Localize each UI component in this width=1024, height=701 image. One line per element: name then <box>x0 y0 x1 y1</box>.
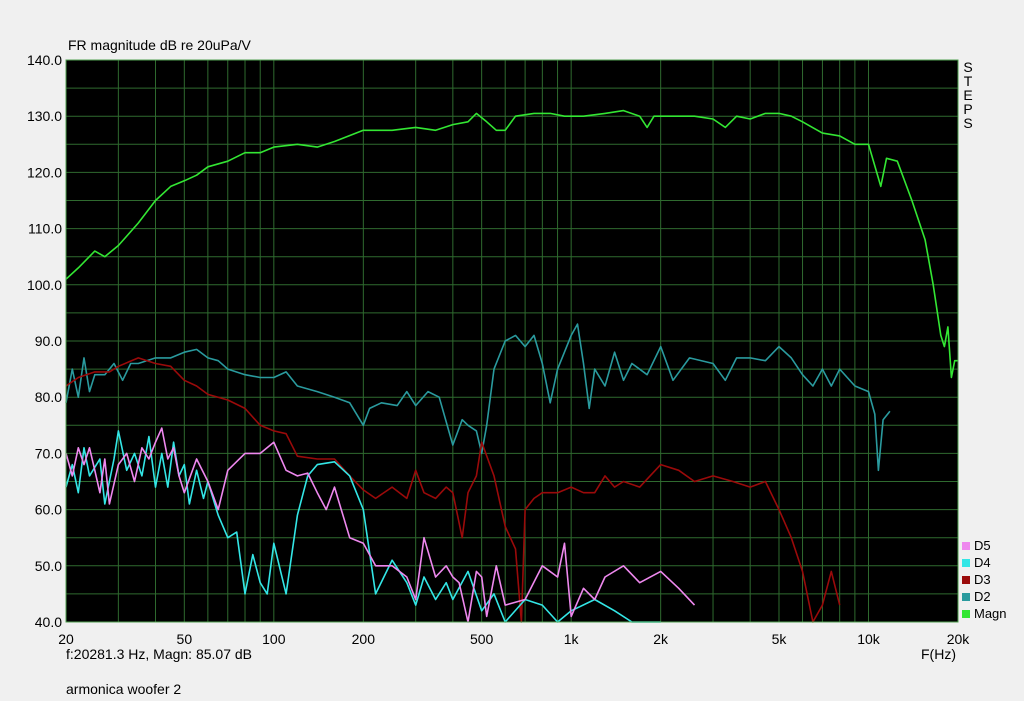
legend-swatch-d2 <box>962 592 970 601</box>
x-tick-label: 20 <box>58 631 74 647</box>
legend-item-d3[interactable]: D3 <box>962 571 1007 588</box>
legend-item-d5[interactable]: D5 <box>962 537 1007 554</box>
legend-item-d4[interactable]: D4 <box>962 554 1007 571</box>
y-tick-label: 70.0 <box>35 445 62 461</box>
cursor-readout: f:20281.3 Hz, Magn: 85.07 dB <box>66 646 253 662</box>
steps-label: STEPS <box>963 59 973 131</box>
legend-item-d2[interactable]: D2 <box>962 588 1007 605</box>
legend-swatch-d3 <box>962 575 970 584</box>
x-tick-label: 1k <box>564 631 580 647</box>
legend-label-d5: D5 <box>974 538 991 553</box>
legend-label-d3: D3 <box>974 572 991 587</box>
y-tick-label: 100.0 <box>27 277 62 293</box>
x-tick-label: 2k <box>653 631 669 647</box>
chart-svg: 40.0 50.0 60.0 70.0 80.0 90.0 100.0 110.0 120.0 1… <box>27 52 970 647</box>
y-tick-label: 130.0 <box>27 108 62 124</box>
y-tick-label: 110.0 <box>28 221 62 237</box>
x-tick-label: 200 <box>352 631 376 647</box>
y-tick-label: 50.0 <box>35 558 62 574</box>
legend-label-d4: D4 <box>974 555 991 570</box>
legend-label-magn: Magn <box>974 606 1007 621</box>
x-tick-label: 50 <box>177 631 193 647</box>
legend-swatch-magn <box>962 609 970 618</box>
y-tick-label: 120.0 <box>27 164 62 180</box>
legend-swatch-d5 <box>962 541 970 550</box>
x-tick-label: 5k <box>772 631 788 647</box>
x-tick-labels: 20 50 100 200 500 1k 2k 5k 10k 20k <box>58 631 970 647</box>
chart-title: FR magnitude dB re 20uPa/V <box>68 37 251 53</box>
y-tick-label: 40.0 <box>35 614 62 630</box>
legend: D5 D4 D3 D2 Magn <box>962 537 1007 622</box>
x-tick-label: 500 <box>470 631 494 647</box>
y-tick-label: 80.0 <box>35 389 62 405</box>
legend-item-magn[interactable]: Magn <box>962 605 1007 622</box>
chart-caption: armonica woofer 2 <box>66 681 182 697</box>
x-tick-label: 10k <box>857 631 881 647</box>
y-tick-labels: 40.0 50.0 60.0 70.0 80.0 90.0 100.0 110.0 120.0 1… <box>27 52 62 630</box>
y-tick-label: 90.0 <box>35 333 62 349</box>
grid-lines <box>66 60 958 622</box>
y-tick-label: 140.0 <box>27 52 62 68</box>
legend-swatch-d4 <box>962 558 970 567</box>
x-axis-unit-label: F(Hz) <box>921 646 956 662</box>
x-tick-label: 20k <box>947 631 971 647</box>
x-tick-label: 100 <box>262 631 286 647</box>
y-tick-label: 60.0 <box>35 502 62 518</box>
legend-label-d2: D2 <box>974 589 991 604</box>
